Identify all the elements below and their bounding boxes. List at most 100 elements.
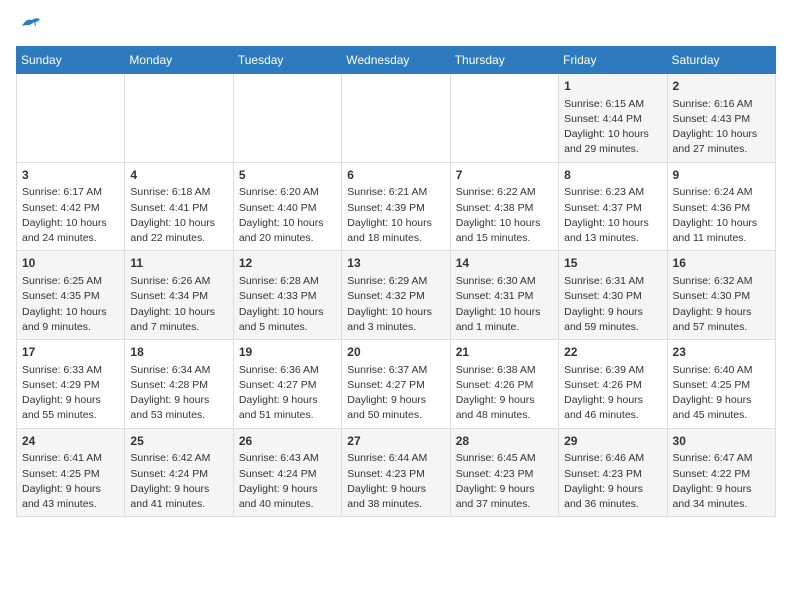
day-info: Sunrise: 6:15 AMSunset: 4:44 PMDaylight:… — [564, 97, 661, 158]
weekday-header-row: SundayMondayTuesdayWednesdayThursdayFrid… — [17, 47, 776, 74]
day-info: Sunrise: 6:18 AMSunset: 4:41 PMDaylight:… — [130, 185, 227, 246]
day-cell: 14 Sunrise: 6:30 AMSunset: 4:31 PMDayligh… — [450, 251, 558, 340]
day-cell: 10 Sunrise: 6:25 AMSunset: 4:35 PMDayligh… — [17, 251, 125, 340]
day-number: 18 — [130, 344, 227, 361]
day-cell: 2 Sunrise: 6:16 AMSunset: 4:43 PMDaylight… — [667, 74, 775, 163]
day-cell: 6Sunrise: 6:21 AMSunset: 4:39 PMDaylight… — [342, 162, 450, 251]
day-number: 10 — [22, 255, 119, 272]
day-info: Sunrise: 6:26 AMSunset: 4:34 PMDaylight:… — [130, 274, 227, 335]
day-info: Sunrise: 6:37 AMSunset: 4:27 PMDaylight:… — [347, 363, 444, 424]
weekday-header-tuesday: Tuesday — [233, 47, 341, 74]
weekday-header-monday: Monday — [125, 47, 233, 74]
day-number: 4 — [130, 167, 227, 184]
day-info: Sunrise: 6:28 AMSunset: 4:33 PMDaylight:… — [239, 274, 336, 335]
day-number: 19 — [239, 344, 336, 361]
day-info: Sunrise: 6:36 AMSunset: 4:27 PMDaylight:… — [239, 363, 336, 424]
day-cell: 29Sunrise: 6:46 AMSunset: 4:23 PMDayligh… — [559, 428, 667, 517]
day-info: Sunrise: 6:16 AMSunset: 4:43 PMDaylight:… — [673, 97, 770, 158]
day-info: Sunrise: 6:32 AMSunset: 4:30 PMDaylight:… — [673, 274, 770, 335]
day-number: 8 — [564, 167, 661, 184]
day-number: 3 — [22, 167, 119, 184]
day-cell: 25Sunrise: 6:42 AMSunset: 4:24 PMDayligh… — [125, 428, 233, 517]
day-number: 12 — [239, 255, 336, 272]
day-number: 5 — [239, 167, 336, 184]
day-cell: 16 Sunrise: 6:32 AMSunset: 4:30 PMDayligh… — [667, 251, 775, 340]
day-cell — [125, 74, 233, 163]
day-info: Sunrise: 6:24 AMSunset: 4:36 PMDaylight:… — [673, 185, 770, 246]
day-cell: 26Sunrise: 6:43 AMSunset: 4:24 PMDayligh… — [233, 428, 341, 517]
day-number: 30 — [673, 433, 770, 450]
day-cell: 27Sunrise: 6:44 AMSunset: 4:23 PMDayligh… — [342, 428, 450, 517]
day-number: 9 — [673, 167, 770, 184]
weekday-header-wednesday: Wednesday — [342, 47, 450, 74]
day-info: Sunrise: 6:31 AMSunset: 4:30 PMDaylight:… — [564, 274, 661, 335]
day-info: Sunrise: 6:40 AMSunset: 4:25 PMDaylight:… — [673, 363, 770, 424]
week-row-3: 10 Sunrise: 6:25 AMSunset: 4:35 PMDayligh… — [17, 251, 776, 340]
day-cell: 15 Sunrise: 6:31 AMSunset: 4:30 PMDayligh… — [559, 251, 667, 340]
day-cell: 28Sunrise: 6:45 AMSunset: 4:23 PMDayligh… — [450, 428, 558, 517]
day-info: Sunrise: 6:47 AMSunset: 4:22 PMDaylight:… — [673, 451, 770, 512]
day-cell: 1Sunrise: 6:15 AMSunset: 4:44 PMDaylight… — [559, 74, 667, 163]
day-cell: 18 Sunrise: 6:34 AMSunset: 4:28 PMDayligh… — [125, 340, 233, 429]
day-info: Sunrise: 6:25 AMSunset: 4:35 PMDaylight:… — [22, 274, 119, 335]
day-number: 26 — [239, 433, 336, 450]
week-row-4: 17 Sunrise: 6:33 AMSunset: 4:29 PMDayligh… — [17, 340, 776, 429]
week-row-5: 24Sunrise: 6:41 AMSunset: 4:25 PMDayligh… — [17, 428, 776, 517]
day-number: 17 — [22, 344, 119, 361]
day-info: Sunrise: 6:42 AMSunset: 4:24 PMDaylight:… — [130, 451, 227, 512]
day-number: 24 — [22, 433, 119, 450]
day-cell: 9Sunrise: 6:24 AMSunset: 4:36 PMDaylight… — [667, 162, 775, 251]
day-cell — [233, 74, 341, 163]
day-info: Sunrise: 6:43 AMSunset: 4:24 PMDaylight:… — [239, 451, 336, 512]
day-number: 22 — [564, 344, 661, 361]
week-row-1: 1Sunrise: 6:15 AMSunset: 4:44 PMDaylight… — [17, 74, 776, 163]
day-number: 15 — [564, 255, 661, 272]
day-number: 27 — [347, 433, 444, 450]
day-cell: 3Sunrise: 6:17 AMSunset: 4:42 PMDaylight… — [17, 162, 125, 251]
day-info: Sunrise: 6:17 AMSunset: 4:42 PMDaylight:… — [22, 185, 119, 246]
day-cell — [450, 74, 558, 163]
day-cell: 12 Sunrise: 6:28 AMSunset: 4:33 PMDayligh… — [233, 251, 341, 340]
day-cell: 20Sunrise: 6:37 AMSunset: 4:27 PMDayligh… — [342, 340, 450, 429]
day-info: Sunrise: 6:22 AMSunset: 4:38 PMDaylight:… — [456, 185, 553, 246]
day-cell: 4Sunrise: 6:18 AMSunset: 4:41 PMDaylight… — [125, 162, 233, 251]
weekday-header-saturday: Saturday — [667, 47, 775, 74]
day-cell: 5Sunrise: 6:20 AMSunset: 4:40 PMDaylight… — [233, 162, 341, 251]
day-info: Sunrise: 6:21 AMSunset: 4:39 PMDaylight:… — [347, 185, 444, 246]
day-info: Sunrise: 6:29 AMSunset: 4:32 PMDaylight:… — [347, 274, 444, 335]
calendar-table: SundayMondayTuesdayWednesdayThursdayFrid… — [16, 46, 776, 517]
day-number: 7 — [456, 167, 553, 184]
day-number: 29 — [564, 433, 661, 450]
day-info: Sunrise: 6:30 AMSunset: 4:31 PMDaylight:… — [456, 274, 553, 335]
day-info: Sunrise: 6:34 AMSunset: 4:28 PMDaylight:… — [130, 363, 227, 424]
day-number: 13 — [347, 255, 444, 272]
day-number: 11 — [130, 255, 227, 272]
day-cell: 21Sunrise: 6:38 AMSunset: 4:26 PMDayligh… — [450, 340, 558, 429]
week-row-2: 3Sunrise: 6:17 AMSunset: 4:42 PMDaylight… — [17, 162, 776, 251]
day-cell: 7Sunrise: 6:22 AMSunset: 4:38 PMDaylight… — [450, 162, 558, 251]
day-number: 28 — [456, 433, 553, 450]
day-cell: 17 Sunrise: 6:33 AMSunset: 4:29 PMDayligh… — [17, 340, 125, 429]
weekday-header-thursday: Thursday — [450, 47, 558, 74]
day-info: Sunrise: 6:23 AMSunset: 4:37 PMDaylight:… — [564, 185, 661, 246]
day-number: 16 — [673, 255, 770, 272]
weekday-header-sunday: Sunday — [17, 47, 125, 74]
day-number: 14 — [456, 255, 553, 272]
day-cell — [342, 74, 450, 163]
day-cell: 19 Sunrise: 6:36 AMSunset: 4:27 PMDayligh… — [233, 340, 341, 429]
day-info: Sunrise: 6:33 AMSunset: 4:29 PMDaylight:… — [22, 363, 119, 424]
day-info: Sunrise: 6:45 AMSunset: 4:23 PMDaylight:… — [456, 451, 553, 512]
day-cell: 8Sunrise: 6:23 AMSunset: 4:37 PMDaylight… — [559, 162, 667, 251]
day-info: Sunrise: 6:39 AMSunset: 4:26 PMDaylight:… — [564, 363, 661, 424]
day-info: Sunrise: 6:20 AMSunset: 4:40 PMDaylight:… — [239, 185, 336, 246]
day-cell — [17, 74, 125, 163]
day-cell: 23Sunrise: 6:40 AMSunset: 4:25 PMDayligh… — [667, 340, 775, 429]
day-cell: 30Sunrise: 6:47 AMSunset: 4:22 PMDayligh… — [667, 428, 775, 517]
weekday-header-friday: Friday — [559, 47, 667, 74]
day-info: Sunrise: 6:46 AMSunset: 4:23 PMDaylight:… — [564, 451, 661, 512]
day-cell: 13 Sunrise: 6:29 AMSunset: 4:32 PMDayligh… — [342, 251, 450, 340]
logo-bird-icon — [20, 16, 42, 34]
day-number: 21 — [456, 344, 553, 361]
day-info: Sunrise: 6:44 AMSunset: 4:23 PMDaylight:… — [347, 451, 444, 512]
day-number: 2 — [673, 78, 770, 95]
